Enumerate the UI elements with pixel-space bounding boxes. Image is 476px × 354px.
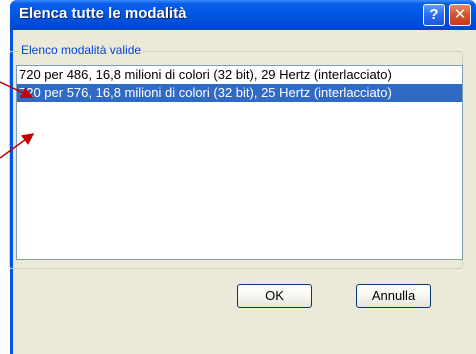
list-item-mode-1[interactable]: 720 per 486, 16,8 milioni di colori (32 … <box>17 66 462 84</box>
ok-button[interactable]: OK <box>237 284 312 308</box>
screenshot-root: Elenca tutte le modalità ? ✕ Elenco moda… <box>0 0 476 354</box>
question-mark-icon: ? <box>429 6 439 23</box>
help-button[interactable]: ? <box>423 4 445 26</box>
close-button[interactable]: ✕ <box>449 4 471 26</box>
cancel-button[interactable]: Annulla <box>356 284 431 308</box>
list-item-mode-2[interactable]: 720 per 576, 16,8 milioni di colori (32 … <box>17 84 462 102</box>
window-title: Elenca tutte le modalità <box>19 5 187 22</box>
modes-listbox[interactable]: 720 per 486, 16,8 milioni di colori (32 … <box>16 65 463 260</box>
groupbox-label: Elenco modalità valide <box>19 43 144 57</box>
title-bar[interactable]: Elenca tutte le modalità ? ✕ <box>10 0 476 30</box>
close-icon: ✕ <box>453 6 467 23</box>
